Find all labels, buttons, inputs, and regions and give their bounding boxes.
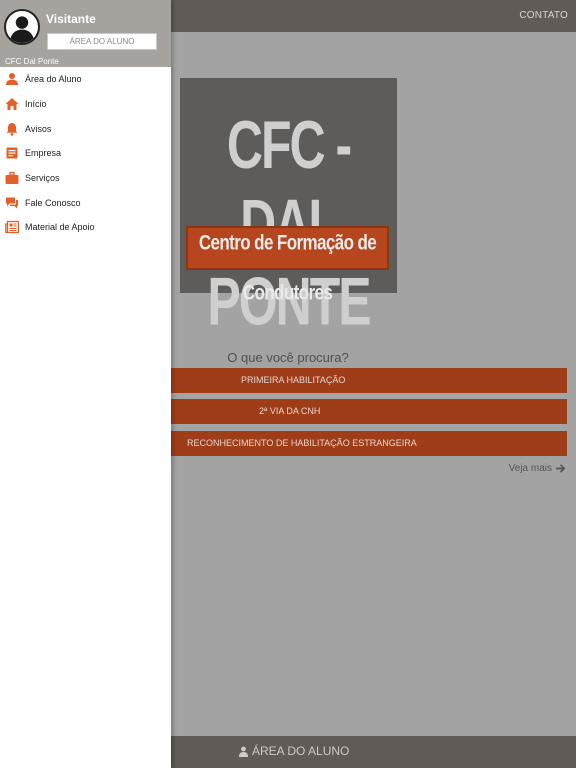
option-primeira-habilitacao-button[interactable]: PRIMEIRA HABILITAÇÃO [171, 368, 567, 393]
menu-item-inicio[interactable]: Início [0, 92, 171, 117]
document-icon [6, 147, 18, 159]
bell-icon [6, 122, 18, 136]
brand-logo: CFC - DAL PONTE Centro de Formação de Co… [180, 78, 397, 340]
person-icon [6, 73, 18, 86]
drawer-menu: Área do Aluno Início Avisos Empresa Serv… [0, 67, 171, 240]
option-label: 2ª VIA DA CNH [259, 406, 321, 416]
option-label: RECONHECIMENTO DE HABILITAÇÃO ESTRANGEIR… [187, 438, 417, 448]
option-habilitacao-estrangeira-button[interactable]: RECONHECIMENTO DE HABILITAÇÃO ESTRANGEIR… [171, 431, 567, 456]
option-label: PRIMEIRA HABILITAÇÃO [241, 375, 346, 385]
menu-item-material-de-apoio[interactable]: Material de Apoio [0, 215, 171, 240]
briefcase-icon [5, 171, 19, 185]
menu-item-label: Serviços [25, 173, 60, 184]
student-area-button[interactable]: ÁREA DO ALUNO [238, 744, 349, 758]
option-segunda-via-cnh-button[interactable]: 2ª VIA DA CNH [171, 399, 567, 424]
menu-item-label: Avisos [25, 123, 52, 134]
logo-band: Centro de Formação de Condutores [186, 226, 389, 304]
menu-item-label: Área do Aluno [25, 74, 82, 85]
drawer-student-area-button[interactable]: ÁREA DO ALUNO [47, 33, 157, 50]
see-more-label: Veja mais [508, 463, 552, 474]
newspaper-icon [5, 221, 19, 234]
avatar [4, 9, 40, 45]
user-silhouette-icon [9, 16, 35, 43]
menu-item-label: Material de Apoio [25, 222, 95, 233]
menu-item-label: Empresa [25, 148, 62, 159]
drawer-header: Visitante ÁREA DO ALUNO CFC Dal Ponte [0, 0, 171, 67]
navigation-drawer: Visitante ÁREA DO ALUNO CFC Dal Ponte Ár… [0, 0, 171, 768]
arrow-right-icon [555, 464, 566, 473]
drawer-caption: CFC Dal Ponte [5, 57, 59, 66]
menu-item-servicos[interactable]: Serviços [0, 166, 171, 191]
logo-subtitle: Centro de Formação de Condutores [198, 230, 377, 305]
menu-item-area-do-aluno[interactable]: Área do Aluno [0, 67, 171, 92]
see-more-link[interactable]: Veja mais [509, 463, 566, 474]
contact-link[interactable]: CONTATO [519, 10, 568, 21]
user-name: Visitante [46, 12, 96, 26]
menu-item-avisos[interactable]: Avisos [0, 116, 171, 141]
menu-item-label: Fale Conosco [25, 197, 81, 208]
menu-item-empresa[interactable]: Empresa [0, 141, 171, 166]
menu-item-label: Início [25, 99, 47, 110]
person-icon [238, 746, 249, 757]
menu-item-fale-conosco[interactable]: Fale Conosco [0, 190, 171, 215]
student-area-label: ÁREA DO ALUNO [252, 744, 350, 758]
home-icon [5, 98, 19, 111]
chat-icon [6, 197, 18, 209]
